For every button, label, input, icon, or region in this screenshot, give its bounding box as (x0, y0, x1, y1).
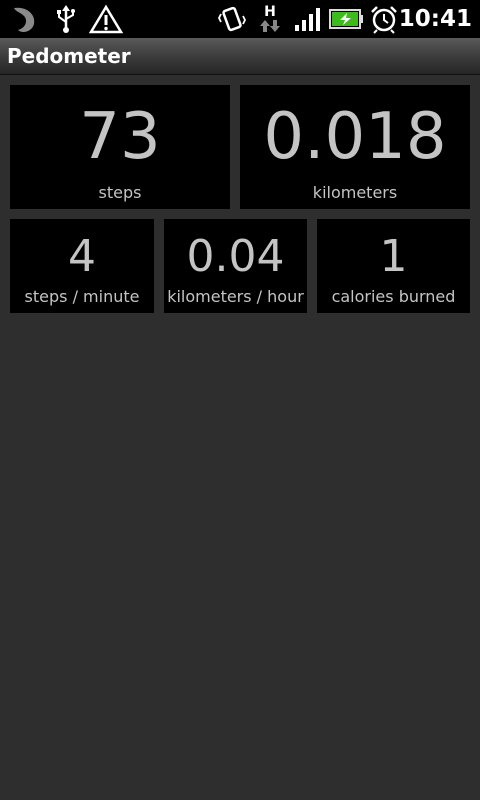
steps-stat: 73 steps (10, 85, 230, 209)
distance-value: 0.018 (263, 100, 447, 174)
calories-stat: 1 calories burned (317, 219, 470, 313)
distance-stat: 0.018 kilometers (240, 85, 470, 209)
calories-value: 1 (379, 231, 408, 282)
app-notification-icon (6, 0, 42, 38)
app-title: Pedometer (7, 44, 131, 68)
speed-label: kilometers / hour (167, 287, 304, 306)
pace-value: 4 (68, 231, 96, 282)
signal-icon (292, 0, 324, 38)
distance-label: kilometers (312, 183, 398, 202)
app-title-bar: Pedometer (0, 38, 480, 75)
status-time: 10:41 (398, 6, 472, 32)
battery-charging-icon (328, 0, 366, 38)
network-type-label: H (264, 4, 276, 20)
speed-value: 0.04 (186, 231, 285, 282)
calories-label: calories burned (331, 287, 456, 306)
vibrate-icon (216, 0, 248, 38)
alarm-icon (368, 0, 400, 38)
steps-value: 73 (79, 100, 161, 174)
status-bar: H 10:41 (0, 0, 480, 38)
steps-label: steps (98, 183, 142, 202)
speed-stat: 0.04 kilometers / hour (164, 219, 307, 313)
data-transfer-icon: H (256, 0, 284, 38)
usb-icon (52, 0, 80, 38)
warning-icon (88, 0, 124, 38)
pace-stat: 4 steps / minute (10, 219, 154, 313)
pace-label: steps / minute (24, 287, 140, 306)
